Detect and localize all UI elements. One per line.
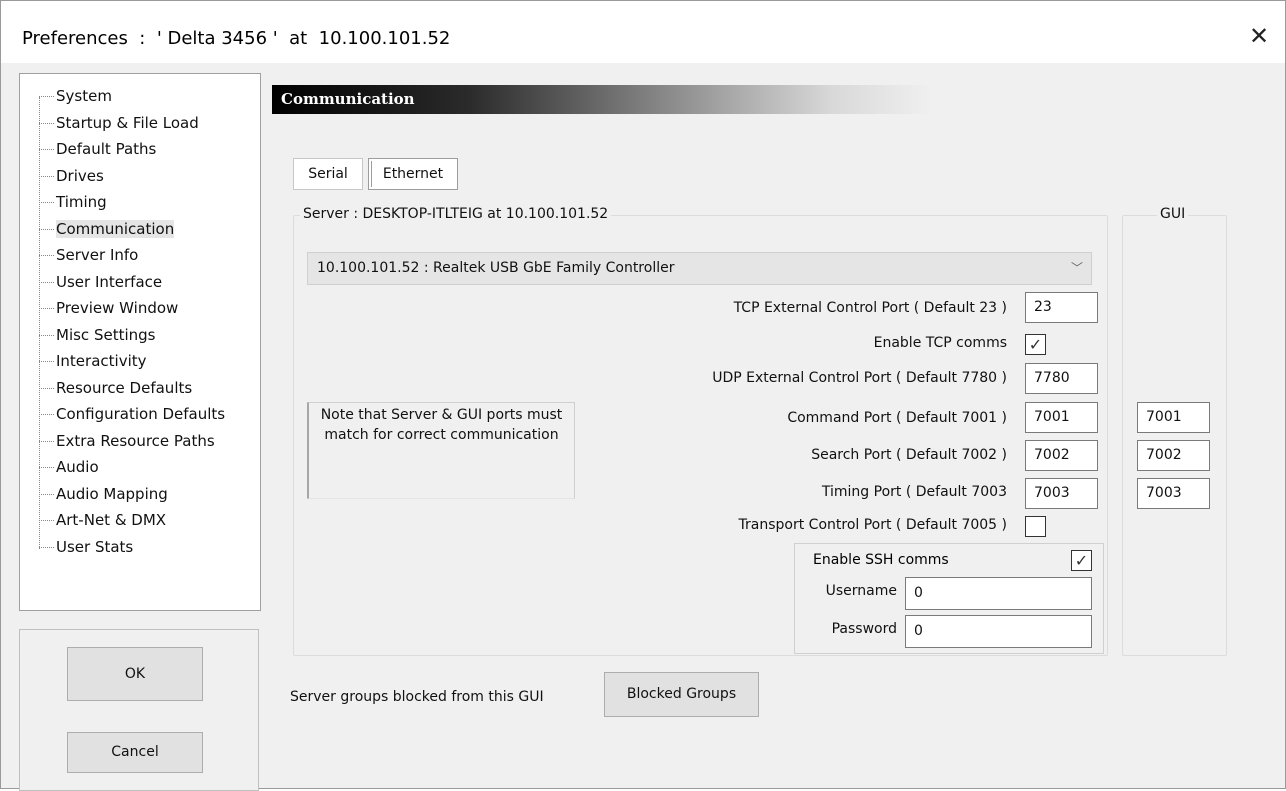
gui-command-port-field[interactable]: 7001: [1137, 402, 1210, 433]
gui-group-label: GUI: [1157, 206, 1189, 222]
enable-ssh-checkbox[interactable]: ✓: [1071, 550, 1092, 571]
enable-tcp-checkbox[interactable]: ✓: [1025, 334, 1046, 355]
username-label: Username: [825, 583, 897, 599]
gui-timing-port-field[interactable]: 7003: [1137, 478, 1210, 509]
preferences-dialog: Preferences : ' Delta 3456 ' at 10.100.1…: [0, 0, 1286, 791]
timing-port-field[interactable]: 7003: [1025, 478, 1098, 509]
transport-port-checkbox[interactable]: [1025, 516, 1046, 537]
tcp-port-field[interactable]: 23: [1025, 292, 1098, 323]
search-port-field[interactable]: 7002: [1025, 440, 1098, 471]
close-icon[interactable]: ✕: [1241, 19, 1277, 53]
command-port-field[interactable]: 7001: [1025, 402, 1098, 433]
blocked-groups-label: Server groups blocked from this GUI: [290, 689, 544, 705]
username-field[interactable]: 0: [905, 577, 1092, 610]
blocked-groups-button[interactable]: Blocked Groups: [604, 672, 759, 717]
password-label: Password: [831, 621, 897, 637]
gui-search-port-field[interactable]: 7002: [1137, 440, 1210, 471]
udp-port-field[interactable]: 7780: [1025, 363, 1098, 394]
password-field[interactable]: 0: [905, 615, 1092, 648]
gui-groupbox: [1122, 215, 1227, 656]
chevron-down-icon: ﹀: [1070, 261, 1083, 275]
